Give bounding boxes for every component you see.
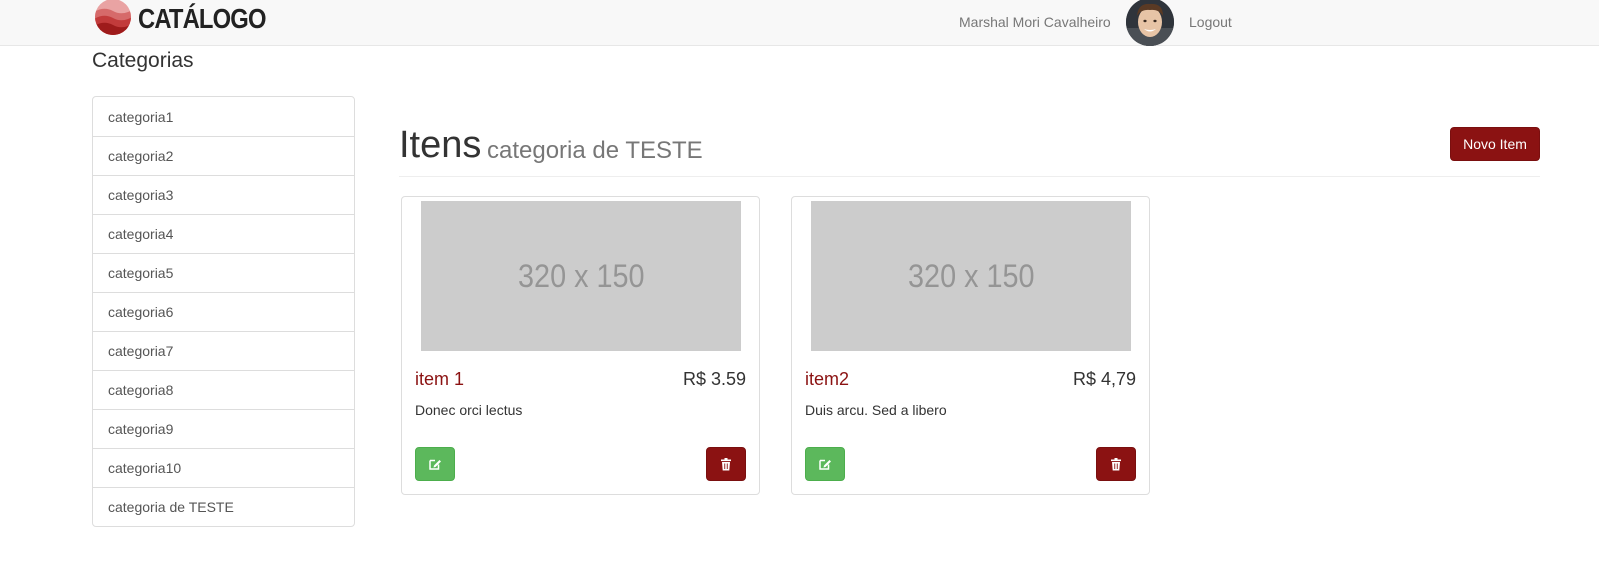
user-name: Marshal Mori Cavalheiro xyxy=(959,14,1111,30)
edit-item-button[interactable] xyxy=(805,447,845,481)
delete-item-button[interactable] xyxy=(1096,447,1136,481)
category-item[interactable]: categoria10 xyxy=(92,448,355,488)
delete-item-button[interactable] xyxy=(706,447,746,481)
sidebar-title: Categorias xyxy=(92,49,194,72)
edit-item-button[interactable] xyxy=(415,447,455,481)
logo-waves-icon xyxy=(95,0,131,35)
trash-icon xyxy=(721,457,731,470)
navbar: CATÁLOGO Marshal Mori Cavalheiro Logout xyxy=(0,0,1599,46)
item-description: Donec orci lectus xyxy=(415,402,523,418)
category-item[interactable]: categoria7 xyxy=(92,331,355,371)
pencil-square-icon xyxy=(429,459,441,470)
item-price: R$ 4,79 xyxy=(1072,369,1136,389)
category-item[interactable]: categoria8 xyxy=(92,370,355,410)
brand-name: CATÁLOGO xyxy=(138,3,266,34)
category-item[interactable]: categoria9 xyxy=(92,409,355,449)
item-card: 320 x 150 item 1 R$ 3.59 Donec orci lect… xyxy=(401,196,760,495)
image-placeholder-text: 320 x 150 xyxy=(907,257,1035,294)
page-title: Itens xyxy=(399,124,482,166)
item-image-placeholder: 320 x 150 xyxy=(421,201,741,351)
trash-icon xyxy=(1111,457,1121,470)
category-item[interactable]: categoria2 xyxy=(92,136,355,176)
category-item[interactable]: categoria de TESTE xyxy=(92,487,355,527)
item-card: 320 x 150 item2 R$ 4,79 Duis arcu. Sed a… xyxy=(791,196,1150,495)
category-item[interactable]: categoria3 xyxy=(92,175,355,215)
avatar xyxy=(1126,0,1174,46)
item-name[interactable]: item 1 xyxy=(415,369,464,390)
image-placeholder-text: 320 x 150 xyxy=(517,257,645,294)
new-item-button[interactable]: Novo Item xyxy=(1450,127,1540,161)
category-item[interactable]: categoria1 xyxy=(92,96,355,137)
logout-link[interactable]: Logout xyxy=(1189,14,1232,30)
pencil-square-icon xyxy=(819,459,831,470)
user-photo-icon xyxy=(1126,0,1174,46)
item-description: Duis arcu. Sed a libero xyxy=(805,402,947,418)
page-subtitle: categoria de TESTE xyxy=(487,137,703,164)
item-name[interactable]: item2 xyxy=(805,369,849,390)
category-item[interactable]: categoria4 xyxy=(92,214,355,254)
item-image-placeholder: 320 x 150 xyxy=(811,201,1131,351)
page-header: Itens categoria de TESTE Novo Item xyxy=(399,120,1540,177)
item-price: R$ 3.59 xyxy=(682,369,746,389)
category-item[interactable]: categoria5 xyxy=(92,253,355,293)
category-list: categoria1 categoria2 categoria3 categor… xyxy=(92,96,355,527)
category-item[interactable]: categoria6 xyxy=(92,292,355,332)
